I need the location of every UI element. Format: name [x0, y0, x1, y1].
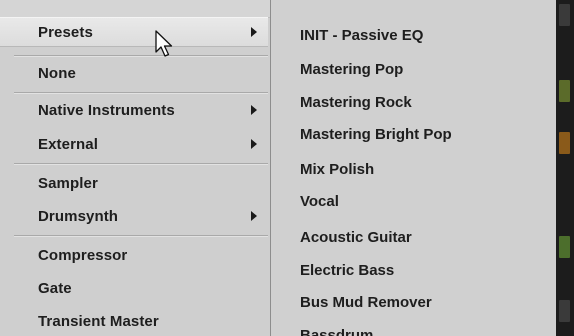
menu-item-label: External — [38, 135, 98, 153]
host-level-meter — [559, 236, 570, 258]
submenu-item-init-passive-eq[interactable]: INIT - Passive EQ — [271, 20, 556, 50]
menu-item-label: Sampler — [38, 174, 98, 192]
submenu-item-bus-mud-remover[interactable]: Bus Mud Remover — [271, 287, 556, 317]
presets-submenu: INIT - Passive EQ Mastering Pop Masterin… — [270, 0, 556, 336]
submenu-item-mix-polish[interactable]: Mix Polish — [271, 154, 556, 184]
menu-screen: Presets None Native Instruments External… — [0, 0, 574, 336]
mouse-pointer-icon — [155, 30, 173, 57]
menu-separator — [14, 92, 268, 94]
menu-separator — [14, 55, 268, 57]
menu-separator — [14, 235, 268, 237]
submenu-item-label: Bus Mud Remover — [300, 293, 432, 311]
menu-item-transient-master[interactable]: Transient Master — [0, 306, 268, 336]
submenu-item-mastering-rock[interactable]: Mastering Rock — [271, 87, 556, 117]
menu-item-label: None — [38, 64, 76, 82]
chevron-right-icon — [251, 105, 257, 115]
menu-item-label: Drumsynth — [38, 207, 119, 225]
submenu-item-label: Vocal — [300, 192, 339, 210]
submenu-item-label: Mastering Pop — [300, 60, 404, 78]
host-indicator — [559, 132, 570, 154]
context-menu: Presets None Native Instruments External… — [0, 0, 271, 336]
submenu-item-label: INIT - Passive EQ — [300, 26, 424, 44]
submenu-item-label: Mastering Rock — [300, 93, 412, 111]
submenu-item-label: Electric Bass — [300, 261, 395, 279]
menu-item-label: Gate — [38, 279, 72, 297]
chevron-right-icon — [251, 27, 257, 37]
submenu-item-electric-bass[interactable]: Electric Bass — [271, 255, 556, 285]
menu-item-sampler[interactable]: Sampler — [0, 168, 268, 198]
submenu-item-vocal[interactable]: Vocal — [271, 186, 556, 216]
submenu-item-mastering-bright-pop[interactable]: Mastering Bright Pop — [271, 119, 556, 149]
submenu-item-label: Acoustic Guitar — [300, 228, 412, 246]
host-control — [559, 4, 570, 26]
menu-item-gate[interactable]: Gate — [0, 273, 268, 303]
menu-item-label: Native Instruments — [38, 101, 175, 119]
menu-item-native-instruments[interactable]: Native Instruments — [0, 95, 268, 125]
menu-item-external[interactable]: External — [0, 129, 268, 159]
submenu-item-acoustic-guitar[interactable]: Acoustic Guitar — [271, 222, 556, 252]
menu-item-label: Presets — [38, 23, 93, 41]
host-control — [559, 300, 570, 322]
menu-separator — [14, 163, 268, 165]
submenu-item-label: Mastering Bright Pop — [300, 125, 452, 143]
chevron-right-icon — [251, 139, 257, 149]
menu-item-drumsynth[interactable]: Drumsynth — [0, 201, 268, 231]
menu-item-label: Transient Master — [38, 312, 159, 330]
menu-top-edge — [0, 0, 270, 18]
host-app-edge — [555, 0, 574, 336]
menu-item-label: Compressor — [38, 246, 128, 264]
submenu-item-label: Mix Polish — [300, 160, 375, 178]
menu-item-presets[interactable]: Presets — [0, 17, 268, 47]
chevron-right-icon — [251, 211, 257, 221]
submenu-item-mastering-pop[interactable]: Mastering Pop — [271, 54, 556, 84]
menu-item-compressor[interactable]: Compressor — [0, 240, 268, 270]
submenu-item-bassdrum[interactable]: Bassdrum — [271, 320, 556, 336]
host-level-meter — [559, 80, 570, 102]
menu-item-none[interactable]: None — [0, 58, 268, 88]
submenu-item-label: Bassdrum — [300, 326, 374, 336]
